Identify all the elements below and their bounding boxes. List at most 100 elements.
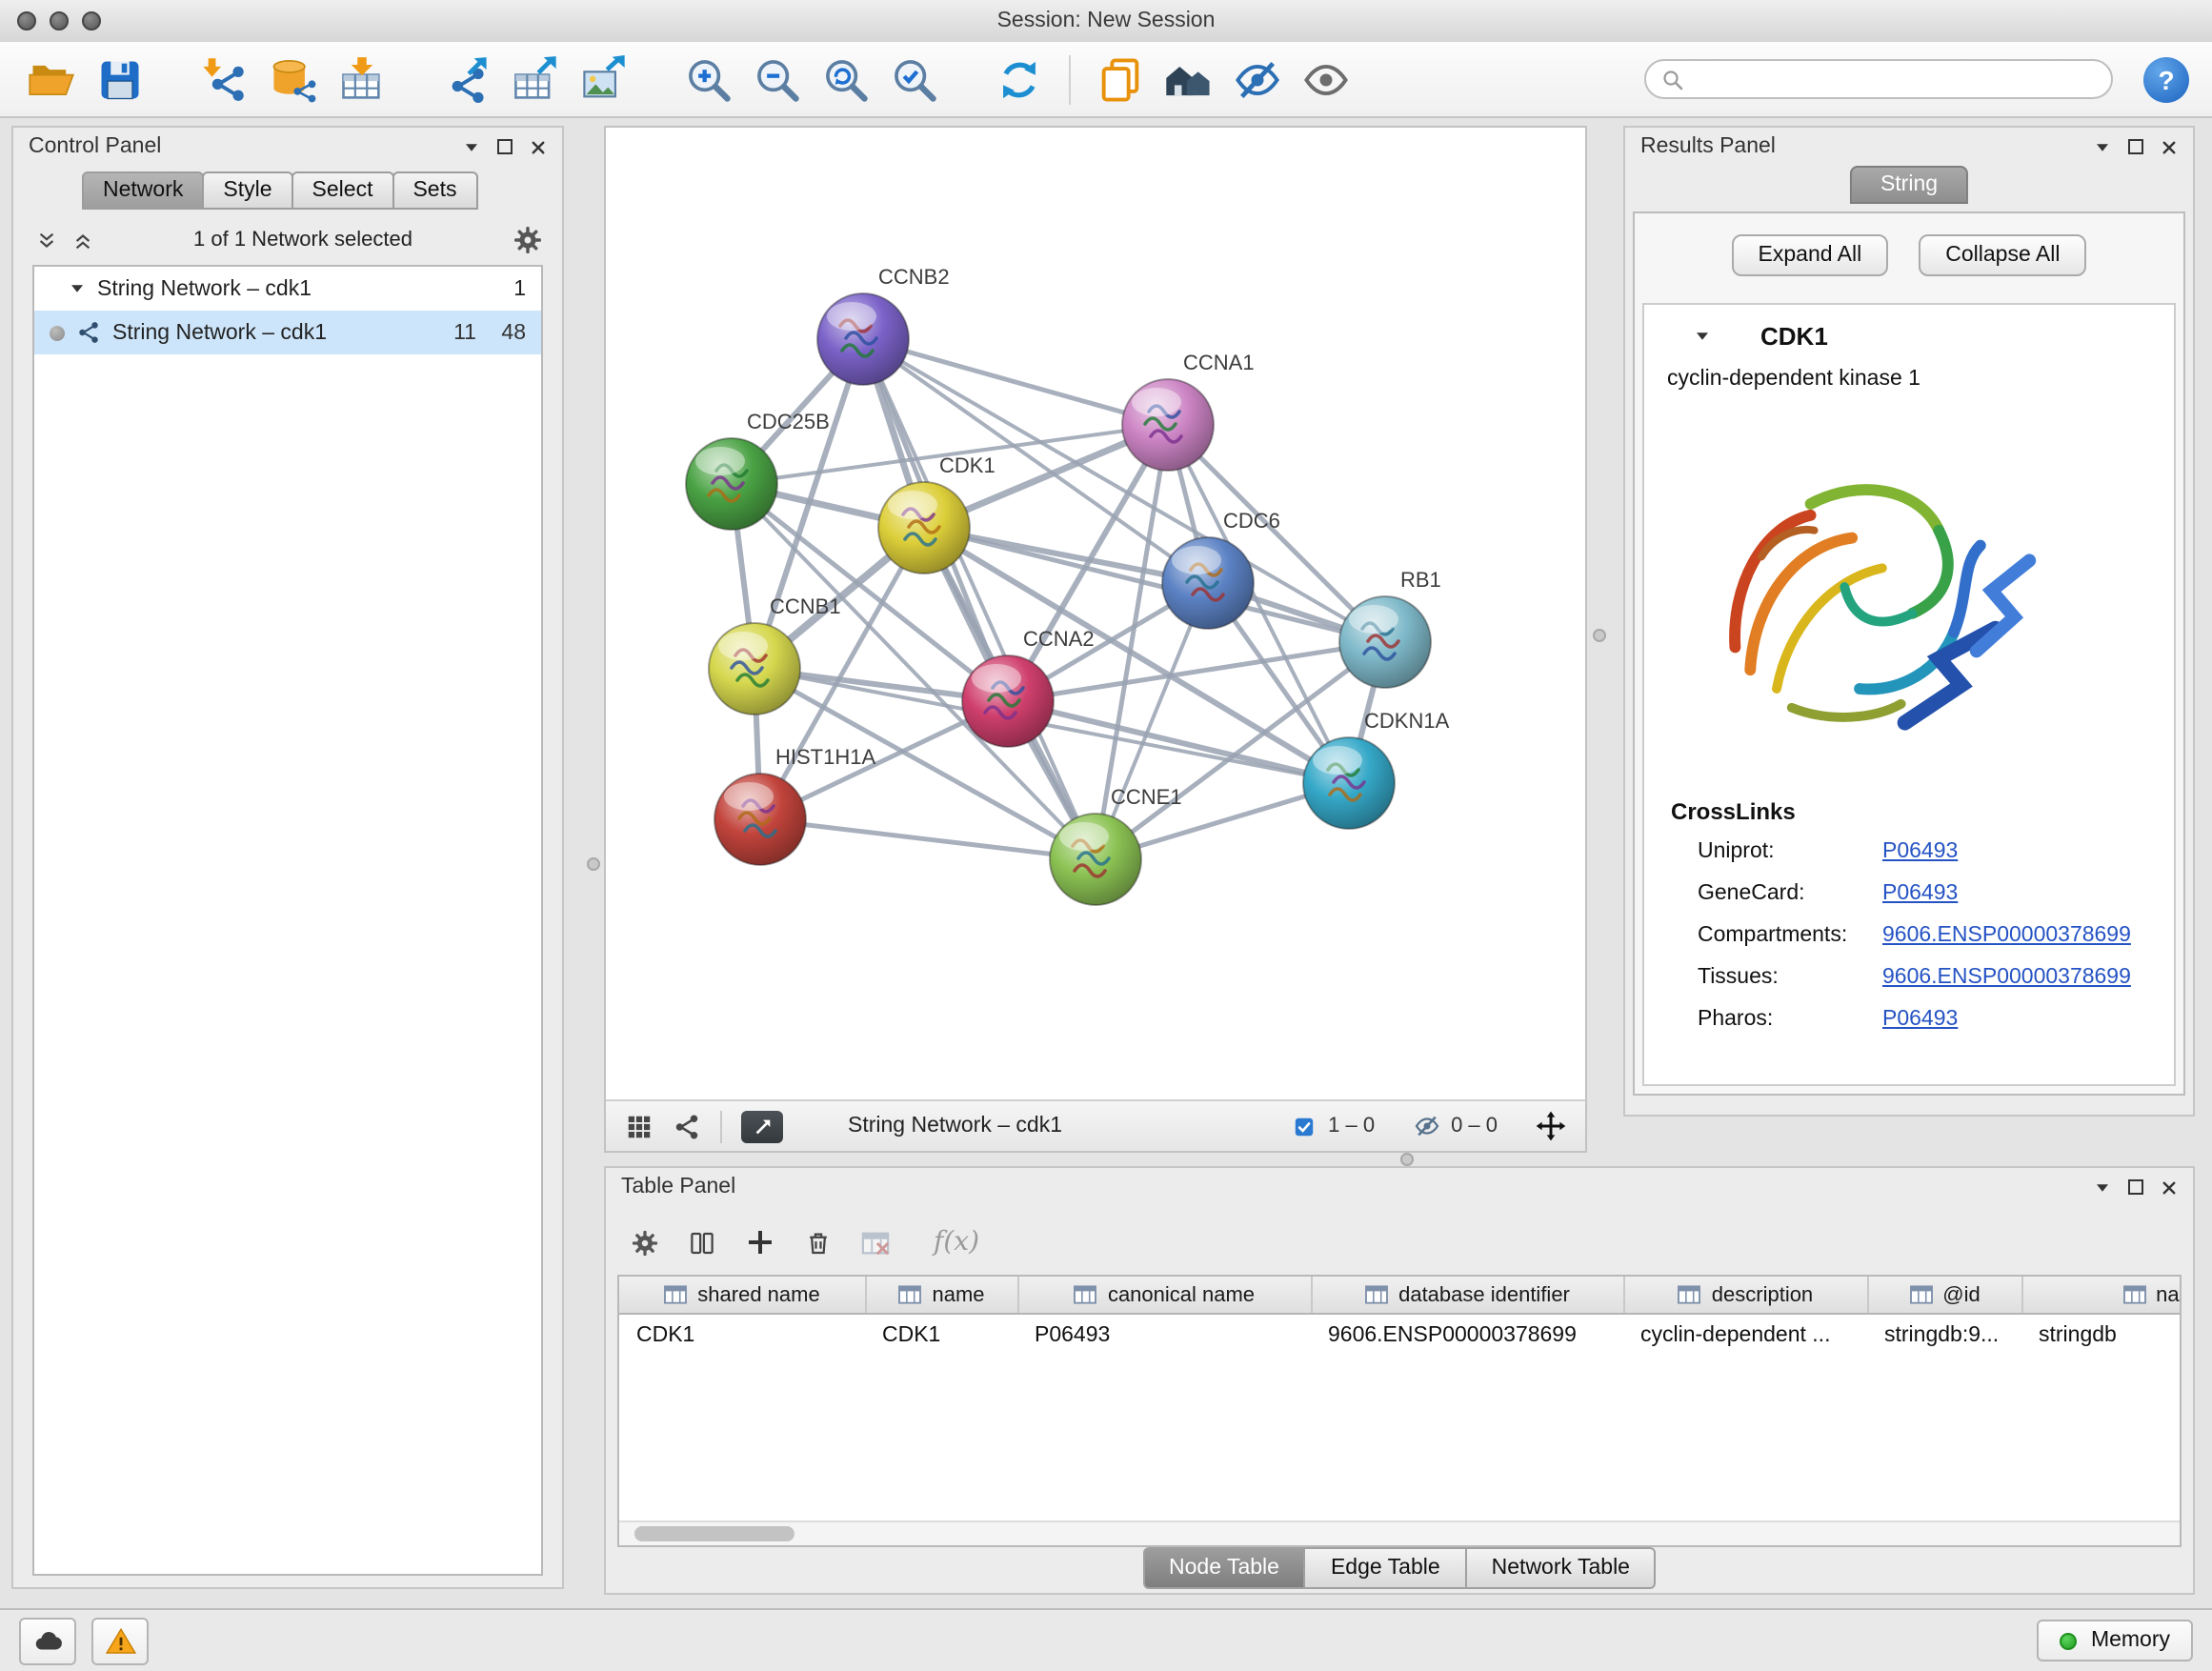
export-table-button[interactable] — [507, 50, 564, 108]
crosslink-compartments-link[interactable]: 9606.ENSP00000378699 — [1882, 922, 2131, 951]
tab-network-table[interactable]: Network Table — [1467, 1547, 1657, 1589]
show-columns-icon[interactable] — [688, 1228, 716, 1257]
bottom-splitter-handle[interactable] — [1400, 1153, 1414, 1166]
column-header-database-identifier[interactable]: database identifier — [1311, 1277, 1623, 1314]
network-edge[interactable] — [760, 819, 1096, 859]
crosslink-pharos-link[interactable]: P06493 — [1882, 1006, 1958, 1035]
delete-column-trash-icon[interactable] — [804, 1228, 833, 1257]
column-header-id[interactable]: @id — [1867, 1277, 2021, 1314]
overview-network-icon[interactable] — [673, 1112, 701, 1140]
network-row[interactable]: String Network – cdk1 11 48 — [34, 311, 541, 354]
float-panel-icon[interactable] — [497, 139, 513, 154]
horizontal-scrollbar[interactable] — [619, 1520, 2180, 1545]
network-collection-row[interactable]: String Network – cdk1 1 — [34, 267, 541, 311]
close-panel-icon[interactable] — [2161, 1178, 2178, 1196]
network-node-rb1[interactable]: RB1 — [1339, 568, 1441, 688]
hidden-eye-slash-icon[interactable] — [1413, 1113, 1439, 1139]
expand-all-icon[interactable] — [72, 230, 93, 251]
birdseye-view-button[interactable] — [741, 1110, 783, 1142]
cell-name[interactable]: CDK1 — [865, 1314, 1017, 1355]
table-row[interactable]: CDK1 CDK1 P06493 9606.ENSP00000378699 cy… — [619, 1314, 2182, 1355]
import-network-file-button[interactable] — [196, 50, 253, 108]
close-window-button[interactable] — [17, 11, 36, 30]
cell-database-identifier[interactable]: 9606.ENSP00000378699 — [1311, 1314, 1623, 1355]
show-eye-button[interactable] — [1297, 50, 1355, 108]
network-node-hist1h1a[interactable]: HIST1H1A — [714, 745, 875, 865]
panel-menu-caret-icon[interactable] — [2094, 1178, 2111, 1196]
close-panel-icon[interactable] — [2161, 138, 2178, 155]
crosslink-genecard-link[interactable]: P06493 — [1882, 880, 1958, 909]
function-builder-icon[interactable]: f(x) — [934, 1227, 979, 1258]
float-panel-icon[interactable] — [2128, 139, 2143, 154]
cell-shared-name[interactable]: CDK1 — [619, 1314, 865, 1355]
import-table-button[interactable] — [333, 50, 391, 108]
expand-all-button[interactable]: Expand All — [1732, 234, 1889, 276]
scrollbar-thumb[interactable] — [634, 1526, 794, 1541]
crosslink-uniprot-link[interactable]: P06493 — [1882, 838, 1958, 867]
cell-id[interactable]: stringdb:9... — [1867, 1314, 2021, 1355]
crosslink-tissues-link[interactable]: 9606.ENSP00000378699 — [1882, 964, 2131, 993]
column-header-namespace[interactable]: namespace — [2021, 1277, 2182, 1314]
open-session-button[interactable] — [23, 50, 80, 108]
zoom-out-button[interactable] — [749, 50, 806, 108]
column-header-description[interactable]: description — [1623, 1277, 1867, 1314]
collapse-all-icon[interactable] — [36, 230, 57, 251]
memory-button[interactable]: Memory — [2038, 1620, 2193, 1661]
network-canvas[interactable]: CCNB2CCNA1CDC25BCDK1CDC6RB1CCNB1CCNA2CDK… — [606, 128, 1585, 1097]
minimize-window-button[interactable] — [50, 11, 69, 30]
table-settings-gear-icon[interactable] — [631, 1228, 659, 1257]
copy-pages-button[interactable] — [1092, 50, 1149, 108]
string-home-button[interactable] — [1160, 50, 1217, 108]
add-column-plus-icon[interactable] — [745, 1227, 775, 1258]
network-node-cdkn1a[interactable]: CDKN1A — [1303, 709, 1450, 829]
cell-canonical-name[interactable]: P06493 — [1017, 1314, 1311, 1355]
gear-icon[interactable] — [513, 225, 543, 255]
grid-view-icon[interactable] — [625, 1112, 654, 1140]
save-session-button[interactable] — [91, 50, 149, 108]
zoom-fit-button[interactable] — [817, 50, 875, 108]
network-node-cdk1[interactable]: CDK1 — [878, 453, 995, 574]
search-input[interactable] — [1694, 66, 2096, 92]
panel-menu-caret-icon[interactable] — [463, 138, 480, 155]
import-network-database-button[interactable] — [265, 50, 322, 108]
network-node-ccnb2[interactable]: CCNB2 — [817, 265, 950, 385]
pan-move-icon[interactable] — [1536, 1111, 1566, 1141]
column-header-name[interactable]: name — [865, 1277, 1017, 1314]
left-splitter-handle[interactable] — [587, 857, 600, 871]
warnings-button[interactable] — [91, 1617, 149, 1664]
tab-network[interactable]: Network — [82, 171, 204, 210]
tab-sets[interactable]: Sets — [392, 171, 477, 210]
refresh-view-button[interactable] — [991, 50, 1048, 108]
tab-style[interactable]: Style — [202, 171, 292, 210]
tree-caret-icon[interactable] — [69, 280, 86, 297]
close-panel-icon[interactable] — [530, 138, 547, 155]
network-edge[interactable] — [863, 339, 1168, 425]
column-header-canonical-name[interactable]: canonical name — [1017, 1277, 1311, 1314]
search-box[interactable] — [1644, 59, 2113, 99]
section-caret-icon[interactable] — [1694, 328, 1711, 345]
cell-description[interactable]: cyclin-dependent ... — [1623, 1314, 1867, 1355]
network-edge[interactable] — [863, 339, 1096, 859]
column-header-shared-name[interactable]: shared name — [619, 1277, 865, 1314]
tab-edge-table[interactable]: Edge Table — [1306, 1547, 1467, 1589]
tab-node-table[interactable]: Node Table — [1142, 1547, 1306, 1589]
help-button[interactable]: ? — [2143, 56, 2189, 102]
float-panel-icon[interactable] — [2128, 1179, 2143, 1195]
cell-namespace[interactable]: stringdb — [2021, 1314, 2182, 1355]
zoom-selected-button[interactable] — [886, 50, 943, 108]
right-splitter-handle[interactable] — [1593, 629, 1606, 642]
open-folder-icon — [27, 54, 76, 104]
network-node-ccnb1[interactable]: CCNB1 — [709, 594, 841, 715]
cloud-button[interactable] — [19, 1617, 76, 1664]
panel-menu-caret-icon[interactable] — [2094, 138, 2111, 155]
export-image-button[interactable] — [575, 50, 633, 108]
zoom-window-button[interactable] — [82, 11, 101, 30]
tab-select[interactable]: Select — [292, 171, 394, 210]
zoom-in-button[interactable] — [680, 50, 737, 108]
hide-glasses-button[interactable] — [1229, 50, 1286, 108]
export-network-button[interactable] — [438, 50, 495, 108]
tab-string[interactable]: String — [1850, 166, 1968, 204]
collapse-all-button[interactable]: Collapse All — [1919, 234, 2086, 276]
network-node-ccna1[interactable]: CCNA1 — [1122, 351, 1255, 471]
selected-checkbox-icon[interactable] — [1292, 1114, 1317, 1138]
